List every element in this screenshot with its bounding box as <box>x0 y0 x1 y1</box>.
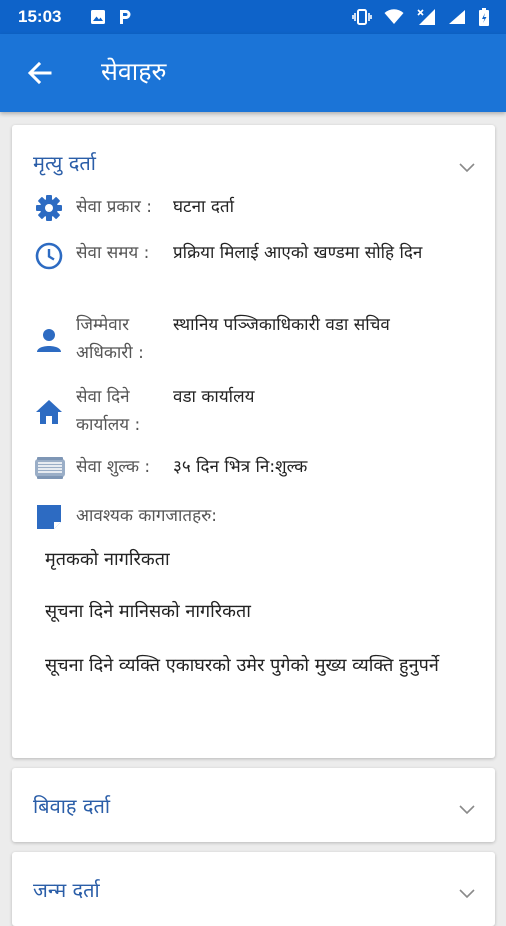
service-card-title[interactable]: मृत्यु दर्ता <box>33 149 96 176</box>
chevron-down-icon[interactable] <box>459 800 475 815</box>
home-icon <box>34 397 64 427</box>
signal-icon <box>416 8 436 30</box>
vibrate-icon <box>352 9 372 29</box>
detail-label: सेवा दिने कार्यालय : <box>76 387 141 435</box>
detail-value: घटना दर्ता <box>173 197 234 217</box>
service-card-birth-registration[interactable]: जन्म दर्ता <box>12 852 495 926</box>
detail-label: सेवा प्रकार : <box>76 197 152 217</box>
detail-value: ३५ दिन भित्र नि:शुल्क <box>173 457 308 477</box>
service-card-death-registration[interactable]: मृत्यु दर्ता सेवा प्रकार : घटना दर्ता से… <box>12 125 495 758</box>
app-bar: सेवाहरु <box>0 34 506 112</box>
documents-label: आवश्यक कागजातहरु: <box>76 506 218 526</box>
detail-value: प्रक्रिया मिलाई आएको खण्डमा सोहि दिन <box>173 243 423 263</box>
arrow-back-icon[interactable] <box>26 59 54 87</box>
money-icon <box>34 453 65 483</box>
detail-row-service-time: सेवा समय : प्रक्रिया मिलाई आएको खण्डमा स… <box>34 239 484 299</box>
battery-icon <box>478 8 490 30</box>
page-title: सेवाहरु <box>101 57 167 86</box>
document-item: सूचना दिने व्यक्ति एकाघरको उमेर पुगेको म… <box>45 655 439 676</box>
note-icon <box>34 502 64 532</box>
detail-label: सेवा शुल्क : <box>76 457 151 477</box>
documents-header: आवश्यक कागजातहरु: <box>34 502 484 532</box>
service-card-title[interactable]: जन्म दर्ता <box>33 876 100 903</box>
parking-icon <box>118 9 132 29</box>
clock-icon <box>34 241 64 271</box>
person-icon <box>34 325 64 355</box>
signal-icon <box>448 9 466 29</box>
detail-label: सेवा समय : <box>76 243 150 263</box>
status-time: 15:03 <box>18 7 62 26</box>
document-item: सूचना दिने मानिसको नागरिकता <box>45 601 251 622</box>
detail-row-responsible-officer: जिम्मेवार अधिकारी : स्थानिय पञ्जिकाधिकार… <box>34 311 484 369</box>
image-icon <box>90 9 106 29</box>
status-bar: 15:03 <box>0 0 506 34</box>
service-card-marriage-registration[interactable]: बिवाह दर्ता <box>12 768 495 842</box>
gear-icon <box>34 193 64 223</box>
document-item: मृतकको नागरिकता <box>45 549 170 570</box>
chevron-up-icon[interactable] <box>459 158 475 173</box>
detail-value: स्थानिय पञ्जिकाधिकारी वडा सचिव <box>173 315 390 335</box>
detail-row-service-type: सेवा प्रकार : घटना दर्ता <box>34 193 484 223</box>
detail-label: जिम्मेवार अधिकारी : <box>76 315 144 363</box>
detail-row-service-fee: सेवा शुल्क : ३५ दिन भित्र नि:शुल्क <box>34 453 484 483</box>
detail-value: वडा कार्यालय <box>173 387 255 407</box>
wifi-icon <box>384 9 404 29</box>
detail-row-service-office: सेवा दिने कार्यालय : वडा कार्यालय <box>34 383 484 441</box>
chevron-down-icon[interactable] <box>459 884 475 899</box>
service-card-title[interactable]: बिवाह दर्ता <box>33 792 110 819</box>
